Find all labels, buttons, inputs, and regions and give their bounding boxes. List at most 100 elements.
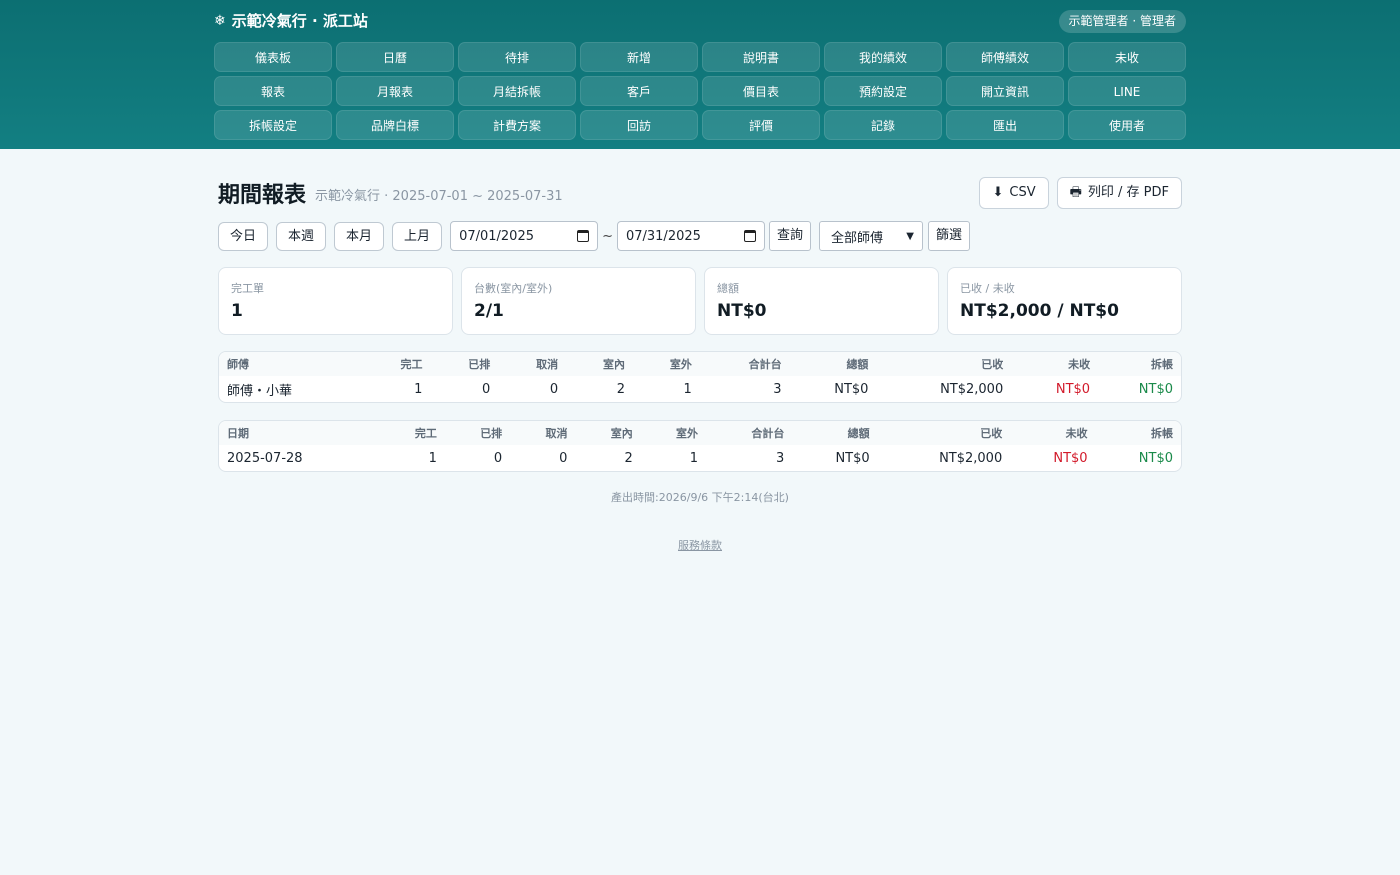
cell-completed: 1 (414, 381, 423, 397)
table-header: 日期 完工 已排 取消 室內 室外 合計台 總額 已收 未收 拆帳 (219, 421, 1181, 445)
card-label: 總額 (717, 282, 739, 295)
nav-tech-performance[interactable]: 師傅績效 (946, 42, 1064, 72)
generated-time: 產出時間:2026/9/6 下午2:14(台北) (611, 491, 789, 504)
snowflake-icon: ❄ (214, 13, 226, 29)
calendar-icon[interactable] (577, 230, 590, 242)
cell-cancelled: 0 (559, 450, 568, 466)
card-completed: 完工單 1 (218, 267, 453, 335)
query-button[interactable]: 查詢 (768, 221, 811, 251)
col-date: 日期 (219, 421, 380, 445)
col-scheduled: 已排 (430, 352, 499, 376)
cell-unpaid: NT$0 (1053, 450, 1088, 466)
col-total-units: 合計台 (699, 352, 790, 376)
title-row: 期間報表 示範冷氣行 · 2025-07-01 ~ 2025-07-31 ⬇ C… (218, 173, 1182, 213)
cell-split: NT$0 (1138, 450, 1173, 466)
nav-follow-up[interactable]: 回訪 (580, 110, 698, 140)
col-collected: 已收 (877, 421, 1011, 445)
col-split: 拆帳 (1095, 421, 1181, 445)
cell-scheduled: 0 (482, 381, 491, 397)
download-icon: ⬇ (992, 185, 1004, 200)
nav-invoice-info[interactable]: 開立資訊 (946, 76, 1064, 106)
date-range-separator: ~ (602, 228, 613, 244)
nav-monthly-report[interactable]: 月報表 (336, 76, 454, 106)
col-collected: 已收 (876, 352, 1012, 376)
nav-unpaid[interactable]: 未收 (1068, 42, 1186, 72)
col-indoor: 室內 (575, 421, 641, 445)
card-collected: 已收 / 未收 NT$2,000 / NT$0 (947, 267, 1182, 335)
nav-line[interactable]: LINE (1068, 76, 1186, 106)
nav-dashboard[interactable]: 儀表板 (214, 42, 332, 72)
nav-logs[interactable]: 記錄 (824, 110, 942, 140)
cell-indoor: 2 (616, 381, 625, 397)
page-title: 期間報表 (218, 183, 307, 208)
nav-new[interactable]: 新增 (580, 42, 698, 72)
cell-indoor: 2 (624, 450, 633, 466)
cell-outdoor: 1 (689, 450, 698, 466)
col-unpaid: 未收 (1010, 421, 1096, 445)
card-value: 1 (231, 301, 243, 321)
card-label: 台數(室內/室外) (474, 282, 553, 295)
nav-reviews[interactable]: 評價 (702, 110, 820, 140)
nav-calendar[interactable]: 日曆 (336, 42, 454, 72)
table-row: 2025-07-28 1 0 0 2 1 3 NT$0 NT$2,000 NT$… (219, 445, 1181, 471)
col-cancelled: 取消 (498, 352, 567, 376)
cell-collected: NT$2,000 (939, 450, 1003, 466)
date-table: 日期 完工 已排 取消 室內 室外 合計台 總額 已收 未收 拆帳 2025-0… (218, 420, 1182, 472)
calendar-icon[interactable] (743, 230, 756, 242)
cell-total-units: 3 (773, 381, 782, 397)
terms-link[interactable]: 服務條款 (218, 537, 1182, 553)
title-actions: ⬇ CSV 🖶 列印 / 存 PDF (979, 177, 1182, 209)
col-outdoor: 室外 (640, 421, 706, 445)
cell-completed: 1 (428, 450, 437, 466)
nav-split-settings[interactable]: 拆帳設定 (214, 110, 332, 140)
col-total-units: 合計台 (705, 421, 793, 445)
card-label: 完工單 (231, 282, 264, 295)
nav-export[interactable]: 匯出 (946, 110, 1064, 140)
nav-customers[interactable]: 客戶 (580, 76, 698, 106)
summary-cards: 完工單 1 台數(室內/室外) 2/1 總額 NT$0 已收 / 未收 NT$2… (218, 267, 1182, 335)
nav-my-performance[interactable]: 我的績效 (824, 42, 942, 72)
nav-manual[interactable]: 說明書 (702, 42, 820, 72)
nav-monthly-split[interactable]: 月結拆帳 (458, 76, 576, 106)
cell-total-amount: NT$0 (835, 450, 870, 466)
top-header: ❄ 示範冷氣行 · 派工站 示範管理者 · 管理者 儀表板 日曆 待排 新增 說… (0, 0, 1400, 149)
col-split: 拆帳 (1098, 352, 1181, 376)
print-label: 列印 / 存 PDF (1087, 185, 1169, 200)
user-badge[interactable]: 示範管理者 · 管理者 (1058, 10, 1186, 33)
cell-cancelled: 0 (549, 381, 559, 397)
printer-icon: 🖶 (1069, 185, 1082, 200)
print-pdf-button[interactable]: 🖶 列印 / 存 PDF (1056, 177, 1182, 209)
date-from-input[interactable]: 07/01/2025 (450, 221, 599, 251)
brand[interactable]: ❄ 示範冷氣行 · 派工站 (214, 10, 1186, 33)
col-total-amount: 總額 (789, 352, 877, 376)
nav-users[interactable]: 使用者 (1068, 110, 1186, 140)
cell-technician: 師傅・小華 (227, 383, 293, 399)
cell-total-units: 3 (776, 450, 785, 466)
nav-booking-settings[interactable]: 預約設定 (824, 76, 942, 106)
card-value: 2/1 (474, 301, 504, 321)
last-month-button[interactable]: 上月 (392, 221, 443, 251)
filter-bar: 今日 本週 本月 上月 07/01/2025 ~ 07/31/2025 查詢 全… (218, 221, 1182, 251)
col-completed: 完工 (379, 421, 445, 445)
nav-white-label[interactable]: 品牌白標 (336, 110, 454, 140)
col-completed: 完工 (358, 352, 431, 376)
today-button[interactable]: 今日 (218, 221, 269, 251)
nav-billing-plans[interactable]: 計費方案 (458, 110, 576, 140)
nav-price-list[interactable]: 價目表 (702, 76, 820, 106)
cell-date: 2025-07-28 (227, 450, 303, 466)
nav-reports[interactable]: 報表 (214, 76, 332, 106)
main-content: 期間報表 示範冷氣行 · 2025-07-01 ~ 2025-07-31 ⬇ C… (218, 173, 1182, 553)
csv-button[interactable]: ⬇ CSV (979, 177, 1049, 209)
filter-button[interactable]: 篩選 (927, 221, 970, 251)
cell-unpaid: NT$0 (1055, 381, 1091, 397)
this-month-button[interactable]: 本月 (334, 221, 385, 251)
csv-label: CSV (1009, 185, 1036, 200)
cell-outdoor: 1 (683, 381, 692, 397)
main-nav: 儀表板 日曆 待排 新增 說明書 我的績效 師傅績效 未收 報表 月報表 月結拆… (214, 42, 1186, 140)
technician-select[interactable]: 全部師傅 ▼ (818, 221, 923, 251)
card-units: 台數(室內/室外) 2/1 (461, 267, 696, 335)
table-row: 師傅・小華 1 0 0 2 1 3 NT$0 NT$2,000 NT$0 NT$… (219, 376, 1181, 402)
date-to-input[interactable]: 07/31/2025 (616, 221, 765, 251)
nav-pending[interactable]: 待排 (458, 42, 576, 72)
this-week-button[interactable]: 本週 (276, 221, 327, 251)
